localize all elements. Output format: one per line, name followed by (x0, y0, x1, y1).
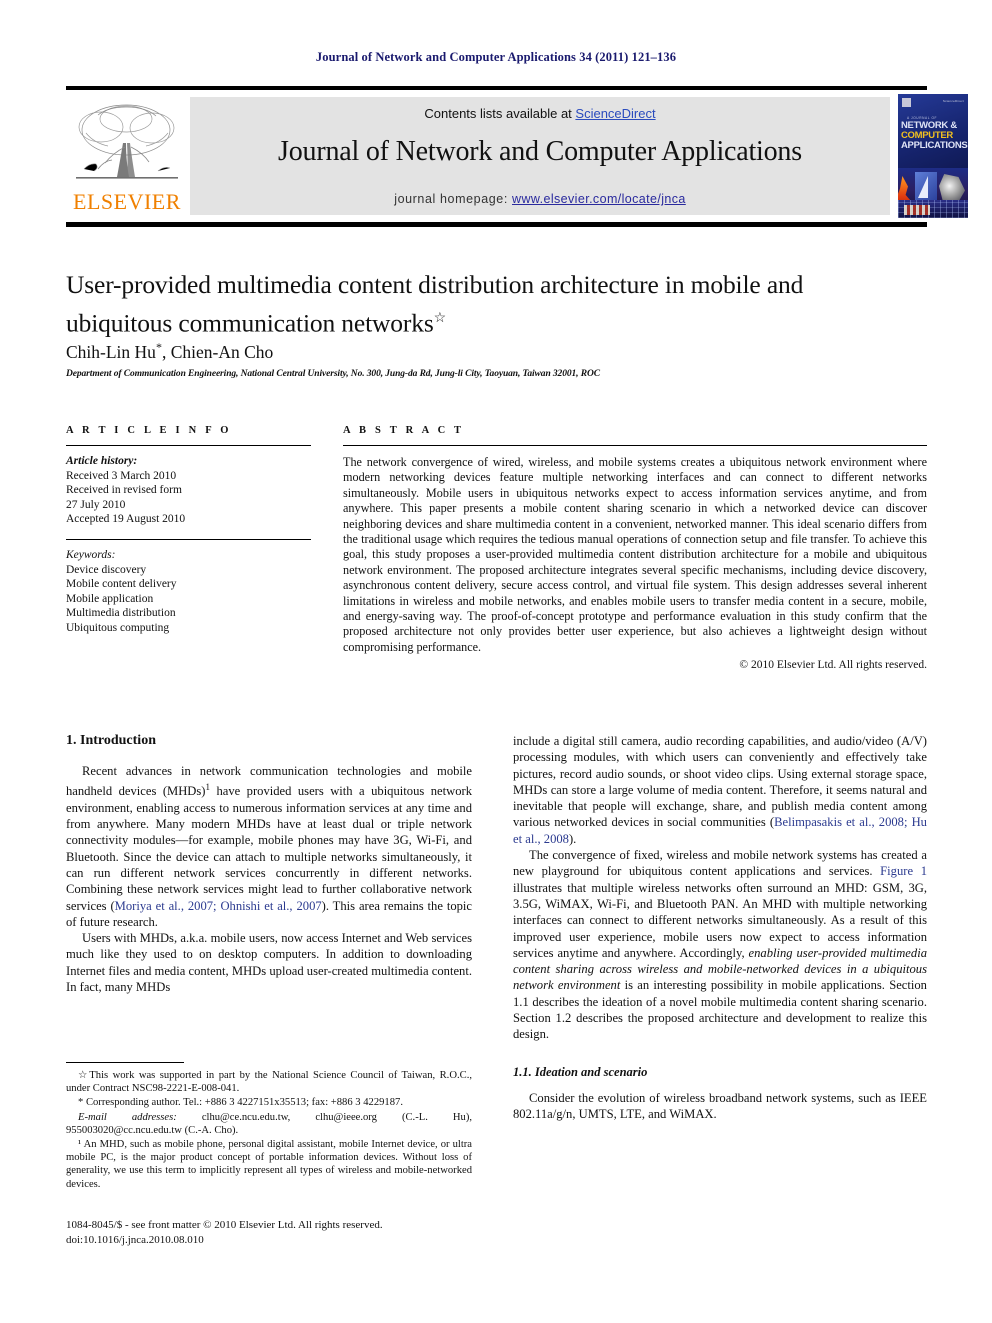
keywords-label: Keywords: (66, 548, 116, 561)
journal-homepage-line: journal homepage: www.elsevier.com/locat… (190, 192, 890, 206)
abstract-divider (343, 445, 927, 446)
paragraph-right-1: include a digital still camera, audio re… (513, 734, 927, 846)
author-primary: Chih-Lin Hu (66, 341, 156, 362)
keyword-2: Mobile application (66, 592, 154, 605)
page-title: User-provided multimedia content distrib… (66, 268, 896, 341)
history-line-3: Accepted 19 August 2010 (66, 513, 186, 526)
author-list: Chih-Lin Hu*, Chien-An Cho (66, 340, 896, 363)
email-addresses-label: E-mail addresses: (78, 1111, 177, 1123)
abstract-column: A B S T R A C T The network convergence … (343, 425, 927, 671)
footnote-block: ☆This work was supported in part by the … (66, 1062, 472, 1192)
history-line-0: Received 3 March 2010 (66, 469, 177, 482)
section-heading-introduction: 1. Introduction (66, 733, 156, 748)
paragraph-intro-2: Users with MHDs, a.k.a. mobile users, no… (66, 931, 472, 995)
keyword-4: Ubiquitous computing (66, 621, 170, 634)
article-info-label: A R T I C L E I N F O (66, 425, 232, 436)
issn-doi-block: 1084-8045/$ - see front matter © 2010 El… (66, 1218, 486, 1247)
author-secondary: , Chien-An Cho (161, 341, 274, 362)
keywords-block: Keywords: Device discovery Mobile conten… (66, 548, 311, 636)
issn-line: 1084-8045/$ - see front matter © 2010 El… (66, 1219, 383, 1231)
history-line-2: 27 July 2010 (66, 498, 126, 511)
abstract-label: A B S T R A C T (343, 425, 465, 436)
cover-panel-shape (915, 172, 937, 202)
header-rule-top (66, 86, 927, 90)
journal-cover-thumbnail: ScienceDirect A JOURNAL OF NETWORK & COM… (898, 94, 968, 218)
article-info-divider (66, 445, 311, 446)
body-left-column: 1. Introduction Recent advances in netwo… (66, 733, 472, 995)
paragraph-right-3: Consider the evolution of wireless broad… (513, 1090, 927, 1121)
sciencedirect-link[interactable]: ScienceDirect (575, 106, 655, 121)
header-rule-bottom (66, 222, 927, 227)
title-footnote-mark: ☆ (433, 311, 447, 326)
footnote-ref-1: 1 (205, 782, 211, 793)
article-history: Article history: Received 3 March 2010 R… (66, 454, 311, 527)
doi-line[interactable]: doi:10.1016/j.jnca.2010.08.010 (66, 1234, 204, 1246)
cover-corner-text: ScienceDirect (942, 99, 964, 103)
homepage-prefix: journal homepage: (394, 192, 513, 206)
cover-corner-mark (902, 98, 911, 107)
contents-lists-line: Contents lists available at ScienceDirec… (190, 106, 890, 121)
keyword-0: Device discovery (66, 563, 147, 576)
emphasis-enabling-phrase: enabling user-provided multimedia conten… (513, 945, 927, 993)
running-head: Journal of Network and Computer Applicat… (315, 50, 677, 64)
citation-belimpasakis-hu[interactable]: Belimpasakis et al., 2008; Hu et al., 20… (513, 815, 927, 845)
paragraph-intro-1: Recent advances in network communication… (66, 764, 473, 929)
keyword-1: Mobile content delivery (66, 578, 177, 591)
history-line-1: Received in revised form (66, 484, 182, 497)
footnote-emails: E-mail addresses: clhu@ce.ncu.edu.tw, cl… (66, 1111, 472, 1137)
citation-ohnishi[interactable]: Ohnishi et al., 2007 (220, 899, 321, 913)
title-text: User-provided multimedia content distrib… (66, 270, 804, 338)
figure-1-link[interactable]: Figure 1 (880, 864, 927, 878)
cover-title-line3: APPLICATIONS (901, 140, 968, 151)
subsection-heading-ideation: 1.1. Ideation and scenario (513, 1064, 648, 1079)
journal-homepage-link[interactable]: www.elsevier.com/locate/jnca (512, 192, 686, 206)
journal-title: Journal of Network and Computer Applicat… (278, 136, 802, 167)
elsevier-wordmark: ELSEVIER (73, 189, 181, 214)
cover-upper-panel: ScienceDirect A JOURNAL OF NETWORK & COM… (898, 94, 968, 168)
footnote-rule (66, 1062, 184, 1063)
contents-lists-prefix: Contents lists available at (424, 106, 576, 121)
elsevier-tree-icon (76, 104, 178, 179)
affiliation: Department of Communication Engineering,… (66, 369, 600, 379)
keywords-divider (66, 538, 311, 540)
article-history-label: Article history: (66, 455, 138, 467)
footnote-corresponding-author: * Corresponding author. Tel.: +886 3 422… (78, 1097, 403, 1109)
body-right-column: include a digital still camera, audio re… (513, 733, 927, 1122)
paper-page: Journal of Network and Computer Applicat… (0, 0, 992, 1323)
citation-moriya[interactable]: Moriya et al., 2007; (115, 899, 217, 913)
article-info-column: A R T I C L E I N F O Article history: R… (66, 425, 311, 636)
cover-chips-shape (904, 205, 930, 215)
abstract-text: The network convergence of wired, wirele… (343, 455, 927, 654)
footnote-funding: ☆This work was supported in part by the … (66, 1070, 472, 1095)
keyword-3: Multimedia distribution (66, 607, 176, 620)
cover-lower-artwork (898, 168, 968, 218)
footnote-mhd-definition: ¹ An MHD, such as mobile phone, personal… (66, 1139, 472, 1190)
abstract-copyright: © 2010 Elsevier Ltd. All rights reserved… (739, 659, 927, 672)
paragraph-right-2: The convergence of fixed, wireless and m… (513, 848, 927, 1042)
elsevier-logo: ELSEVIER (68, 97, 186, 215)
